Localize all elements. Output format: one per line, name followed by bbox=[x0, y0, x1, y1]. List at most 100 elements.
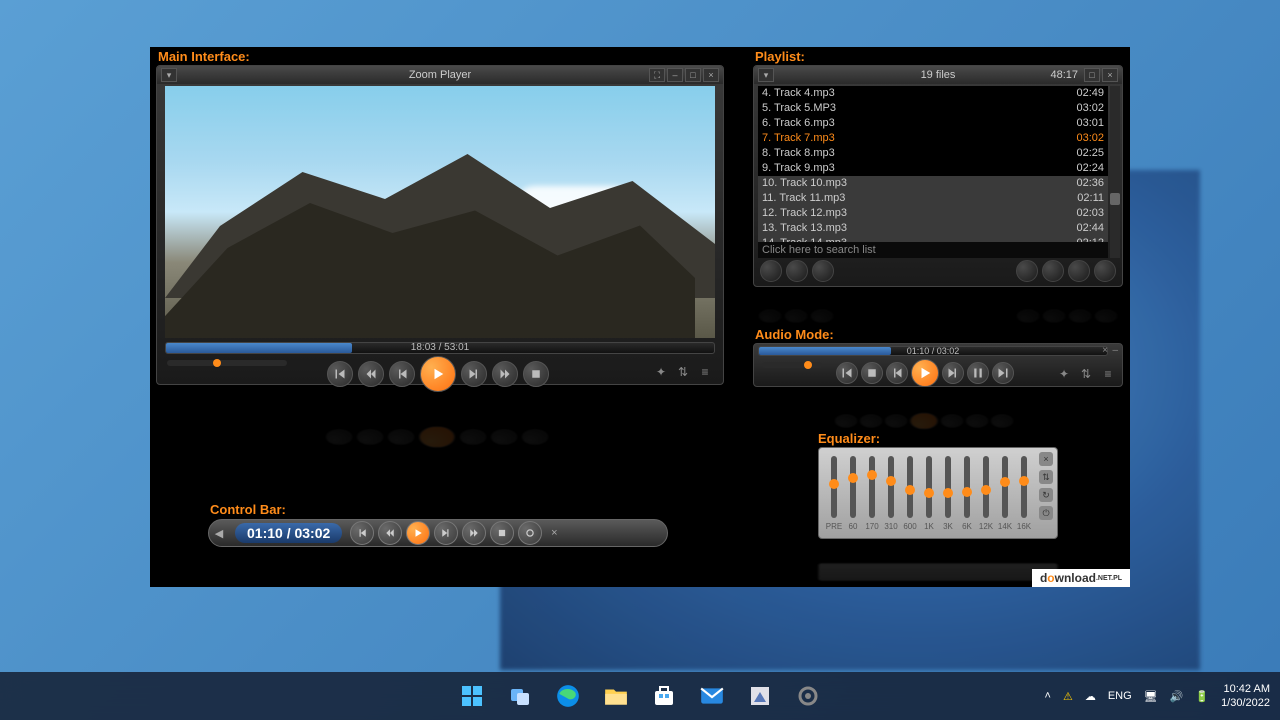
playlist-list[interactable]: 4. Track 4.mp302:495. Track 5.MP303:026.… bbox=[758, 86, 1108, 256]
app-icon[interactable] bbox=[740, 676, 780, 716]
eq-close-button[interactable]: × bbox=[1039, 452, 1053, 466]
stop-button[interactable] bbox=[523, 361, 549, 387]
fullscreen-button[interactable]: ⛶ bbox=[649, 68, 665, 82]
playlist-row[interactable]: 7. Track 7.mp303:02 bbox=[758, 131, 1108, 146]
tray-battery-icon[interactable]: 🔋 bbox=[1195, 690, 1209, 703]
audio-play[interactable] bbox=[911, 359, 939, 387]
pl-btn-6[interactable] bbox=[1068, 260, 1090, 282]
audio-prev-chapter[interactable] bbox=[836, 362, 858, 384]
prev-button[interactable] bbox=[389, 361, 415, 387]
tray-onedrive-icon[interactable]: ☁ bbox=[1085, 690, 1096, 703]
pl-btn-5[interactable] bbox=[1042, 260, 1064, 282]
cb-forward-button[interactable] bbox=[462, 521, 486, 545]
eq-slider-6K[interactable] bbox=[964, 456, 970, 518]
close-button[interactable]: × bbox=[703, 68, 719, 82]
tray-chevron-icon[interactable]: ˄ bbox=[1045, 690, 1051, 702]
control-bar: ◀ 01:10 / 03:02 × bbox=[208, 519, 668, 547]
audio-close-button[interactable]: × bbox=[1102, 345, 1108, 356]
taskview-button[interactable] bbox=[500, 676, 540, 716]
playlist-row[interactable]: 13. Track 13.mp302:44 bbox=[758, 221, 1108, 236]
prev-chapter-button[interactable] bbox=[327, 361, 353, 387]
video-display[interactable] bbox=[165, 86, 715, 338]
playlist-row[interactable]: 5. Track 5.MP303:02 bbox=[758, 101, 1108, 116]
pl-btn-4[interactable] bbox=[1016, 260, 1038, 282]
cb-next-button[interactable] bbox=[434, 521, 458, 545]
cb-extra-button[interactable] bbox=[518, 521, 542, 545]
play-button[interactable] bbox=[420, 356, 456, 392]
eq-slider-14K[interactable] bbox=[1002, 456, 1008, 518]
edge-icon[interactable] bbox=[548, 676, 588, 716]
eq-preset-button[interactable]: ⇅ bbox=[1039, 470, 1053, 484]
audio-prev[interactable] bbox=[886, 362, 908, 384]
playlist-row[interactable]: 12. Track 12.mp302:03 bbox=[758, 206, 1108, 221]
audio-next-chapter[interactable] bbox=[992, 362, 1014, 384]
playlist-row[interactable]: 4. Track 4.mp302:49 bbox=[758, 86, 1108, 101]
audio-menu-icon[interactable]: ≡ bbox=[1100, 366, 1116, 382]
main-progress[interactable]: 18:03 / 53:01 bbox=[165, 342, 715, 354]
cb-stop-button[interactable] bbox=[490, 521, 514, 545]
cb-close-button[interactable]: × bbox=[544, 527, 564, 539]
store-icon[interactable] bbox=[644, 676, 684, 716]
playlist-row[interactable]: 6. Track 6.mp303:01 bbox=[758, 116, 1108, 131]
menu-icon[interactable]: ≡ bbox=[697, 364, 713, 380]
eq-slider-1K[interactable] bbox=[926, 456, 932, 518]
dropdown-icon[interactable]: ▾ bbox=[161, 68, 177, 82]
eq-band-label: 170 bbox=[865, 522, 878, 531]
audio-next[interactable] bbox=[942, 362, 964, 384]
eq-slider-12K[interactable] bbox=[983, 456, 989, 518]
eq-slider-3K[interactable] bbox=[945, 456, 951, 518]
audio-volume[interactable] bbox=[762, 362, 822, 368]
playlist-summary: 19 files bbox=[921, 69, 956, 81]
eq-slider-600[interactable] bbox=[907, 456, 913, 518]
tray-network-icon[interactable]: 🖥 bbox=[1144, 690, 1158, 703]
volume-slider[interactable] bbox=[167, 360, 287, 366]
cb-play-button[interactable] bbox=[406, 521, 430, 545]
eq-reset-button[interactable]: ↻ bbox=[1039, 488, 1053, 502]
pl-btn-7[interactable] bbox=[1094, 260, 1116, 282]
audio-eq-icon[interactable]: ⇅ bbox=[1078, 366, 1094, 382]
audio-progress[interactable]: 01:10 / 03:02 bbox=[758, 346, 1108, 356]
tray-volume-icon[interactable]: 🔊 bbox=[1170, 690, 1184, 703]
eq-slider-16K[interactable] bbox=[1021, 456, 1027, 518]
playlist-row[interactable]: 11. Track 11.mp302:11 bbox=[758, 191, 1108, 206]
eq-slider-310[interactable] bbox=[888, 456, 894, 518]
explorer-icon[interactable] bbox=[596, 676, 636, 716]
playlist-search[interactable]: Click here to search list bbox=[758, 242, 1108, 258]
playlist-row[interactable]: 9. Track 9.mp302:24 bbox=[758, 161, 1108, 176]
pl-btn-2[interactable] bbox=[786, 260, 808, 282]
cb-prev-button[interactable] bbox=[350, 521, 374, 545]
cb-left-arrow[interactable]: ◀ bbox=[209, 527, 229, 540]
playlist-row[interactable]: 8. Track 8.mp302:25 bbox=[758, 146, 1108, 161]
audio-min-button[interactable]: – bbox=[1112, 345, 1118, 356]
eq-slider-PRE[interactable] bbox=[831, 456, 837, 518]
tray-security-icon[interactable]: ⚠ bbox=[1063, 690, 1073, 703]
settings-icon[interactable]: ✦ bbox=[653, 364, 669, 380]
audio-stop[interactable] bbox=[861, 362, 883, 384]
playlist-panel: ▾ 19 files 48:17 □ × 4. Track 4.mp302:49… bbox=[753, 65, 1123, 287]
pl-btn-1[interactable] bbox=[760, 260, 782, 282]
audio-settings-icon[interactable]: ✦ bbox=[1056, 366, 1072, 382]
pl-dropdown-icon[interactable]: ▾ bbox=[758, 68, 774, 82]
eq-slider-60[interactable] bbox=[850, 456, 856, 518]
pl-btn-3[interactable] bbox=[812, 260, 834, 282]
pl-maximize-button[interactable]: □ bbox=[1084, 68, 1100, 82]
maximize-button[interactable]: □ bbox=[685, 68, 701, 82]
next-button[interactable] bbox=[461, 361, 487, 387]
playlist-scrollbar[interactable] bbox=[1110, 86, 1120, 258]
tray-clock[interactable]: 10:42 AM 1/30/2022 bbox=[1221, 682, 1270, 710]
rewind-button[interactable] bbox=[358, 361, 384, 387]
audio-pause[interactable] bbox=[967, 362, 989, 384]
mail-icon[interactable] bbox=[692, 676, 732, 716]
eq-band-label: 600 bbox=[903, 522, 916, 531]
eq-icon[interactable]: ⇅ bbox=[675, 364, 691, 380]
pl-close-button[interactable]: × bbox=[1102, 68, 1118, 82]
eq-slider-170[interactable] bbox=[869, 456, 875, 518]
cb-rewind-button[interactable] bbox=[378, 521, 402, 545]
playlist-row[interactable]: 10. Track 10.mp302:36 bbox=[758, 176, 1108, 191]
forward-button[interactable] bbox=[492, 361, 518, 387]
start-button[interactable] bbox=[452, 676, 492, 716]
eq-power-button[interactable]: ⏻ bbox=[1039, 506, 1053, 520]
tray-language[interactable]: ENG bbox=[1108, 690, 1132, 702]
settings-icon[interactable] bbox=[788, 676, 828, 716]
minimize-button[interactable]: – bbox=[667, 68, 683, 82]
